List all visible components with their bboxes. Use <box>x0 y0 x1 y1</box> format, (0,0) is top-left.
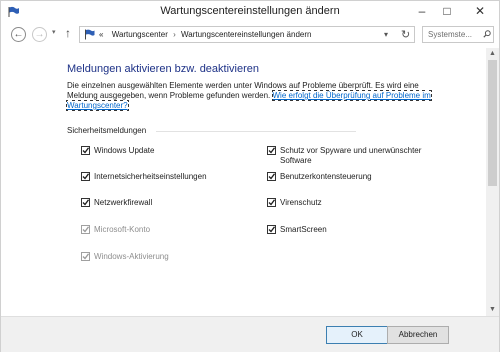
minimize-button[interactable]: – <box>410 1 434 21</box>
checkbox-label[interactable]: Schutz vor Spyware und unerwünschter Sof… <box>280 146 445 166</box>
title-bar: Wartungscentereinstellungen ändern – □ ✕ <box>1 1 499 23</box>
ok-button[interactable]: OK <box>326 326 388 344</box>
content-pane: Meldungen aktivieren bzw. deaktivieren D… <box>1 48 486 316</box>
search-icon[interactable] <box>483 30 491 38</box>
forward-button[interactable]: → <box>32 27 47 42</box>
checkbox <box>81 252 90 261</box>
recent-locations-button[interactable]: ▾ <box>52 28 56 36</box>
address-dropdown-button[interactable]: ▾ <box>384 30 388 39</box>
checkbox-label[interactable]: Benutzerkontensteuerung <box>280 172 372 182</box>
checkbox[interactable] <box>267 225 276 234</box>
back-button[interactable]: ← <box>11 27 26 42</box>
up-button[interactable]: ↑ <box>65 26 71 40</box>
search-input[interactable]: Systemste... <box>422 26 494 43</box>
description: Die einzelnen ausgewählten Elemente werd… <box>66 81 447 111</box>
breadcrumb-wartungscenter[interactable]: Wartungscenter <box>112 30 168 39</box>
scroll-up-icon[interactable]: ▲ <box>486 48 499 60</box>
section-title: Sicherheitsmeldungen <box>67 126 147 135</box>
breadcrumb-prefix[interactable]: « <box>99 30 103 39</box>
scroll-thumb[interactable] <box>488 60 497 186</box>
section-divider <box>156 131 356 132</box>
breadcrumb: « Wartungscenter › Wartungscentereinstel… <box>99 30 311 39</box>
checkbox[interactable] <box>267 146 276 155</box>
address-bar[interactable]: « Wartungscenter › Wartungscentereinstel… <box>79 26 415 43</box>
button-bar: OK Abbrechen <box>1 316 499 352</box>
search-placeholder: Systemste... <box>428 30 473 39</box>
page-heading: Meldungen aktivieren bzw. deaktivieren <box>67 63 260 75</box>
breadcrumb-current[interactable]: Wartungscentereinstellungen ändern <box>181 30 311 39</box>
navigation-bar: ← → ▾ ↑ « Wartungscenter › Wartungscente… <box>1 24 499 46</box>
checkbox <box>81 225 90 234</box>
cancel-button[interactable]: Abbrechen <box>387 326 449 344</box>
checkbox[interactable] <box>267 198 276 207</box>
close-button[interactable]: ✕ <box>463 1 497 21</box>
checkbox-label[interactable]: Netzwerkfirewall <box>94 198 152 208</box>
checkbox-label: Microsoft-Konto <box>94 225 151 234</box>
checkbox-label[interactable]: Virenschutz <box>280 198 322 208</box>
maximize-button[interactable]: □ <box>435 1 459 21</box>
checkbox-label[interactable]: Internetsicherheitseinstellungen <box>94 172 207 182</box>
checkbox[interactable] <box>81 198 90 207</box>
checkbox-label: Windows-Aktivierung <box>94 252 169 261</box>
checkbox-label[interactable]: SmartScreen <box>280 225 327 235</box>
vertical-scrollbar[interactable]: ▲ ▼ <box>486 48 499 316</box>
checkbox-label[interactable]: Windows Update <box>94 146 154 156</box>
dialog-window: Wartungscentereinstellungen ändern – □ ✕… <box>0 0 500 352</box>
scroll-down-icon[interactable]: ▼ <box>486 304 499 316</box>
refresh-button[interactable]: ↻ <box>401 28 410 41</box>
checkbox[interactable] <box>81 172 90 181</box>
checkbox[interactable] <box>81 146 90 155</box>
checkbox[interactable] <box>267 172 276 181</box>
flag-icon <box>84 29 95 40</box>
breadcrumb-separator: › <box>173 30 176 39</box>
